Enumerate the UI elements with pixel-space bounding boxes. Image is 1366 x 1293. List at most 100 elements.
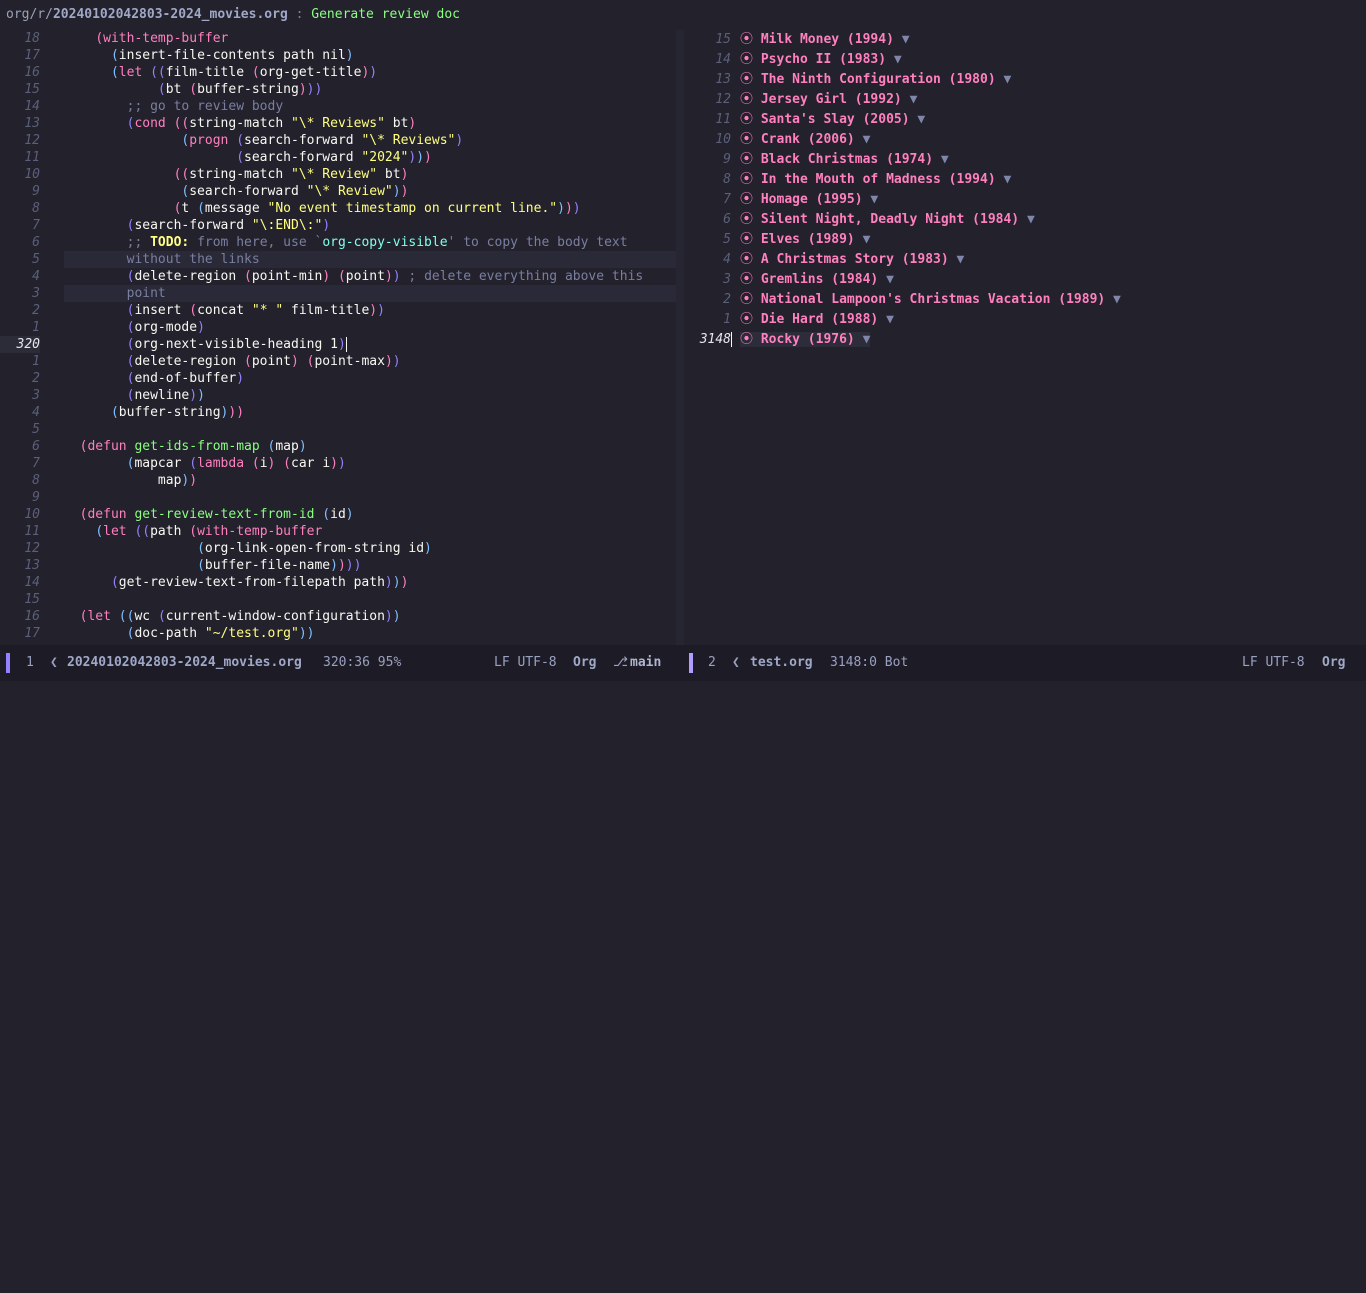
mode-line-major-mode-left[interactable]: Org: [573, 645, 596, 681]
line-number: 8: [32, 473, 40, 488]
heading-bullet-icon[interactable]: ⦿: [740, 52, 753, 67]
code-line[interactable]: 3 (newline)): [0, 387, 676, 404]
code-line[interactable]: 15: [0, 591, 676, 608]
code-line[interactable]: 17 (insert-file-contents path nil): [0, 47, 676, 64]
fold-indicator-icon[interactable]: ▼: [902, 32, 910, 47]
org-heading-line[interactable]: 5 ⦿ Elves (1989) ▼: [684, 230, 1366, 250]
code-line[interactable]: 3 point: [0, 285, 676, 302]
code-line[interactable]: 6 ;; TODO: from here, use `org-copy-visi…: [0, 234, 676, 251]
fold-indicator-icon[interactable]: ▼: [863, 332, 871, 347]
heading-bullet-icon[interactable]: ⦿: [740, 312, 753, 327]
fold-indicator-icon[interactable]: ▼: [1113, 292, 1121, 307]
heading-bullet-icon[interactable]: ⦿: [740, 152, 753, 167]
org-heading-line[interactable]: 8 ⦿ In the Mouth of Madness (1994) ▼: [684, 170, 1366, 190]
heading-bullet-icon[interactable]: ⦿: [740, 132, 753, 147]
code-line[interactable]: 7 (mapcar (lambda (i) (car i)): [0, 455, 676, 472]
fold-indicator-icon[interactable]: ▼: [863, 232, 871, 247]
org-heading-line[interactable]: 14 ⦿ Psycho II (1983) ▼: [684, 50, 1366, 70]
code-line[interactable]: 15 (bt (buffer-string))): [0, 81, 676, 98]
org-heading-line[interactable]: 9 ⦿ Black Christmas (1974) ▼: [684, 150, 1366, 170]
code-line[interactable]: 17 (doc-path "~/test.org")): [0, 625, 676, 642]
heading-bullet-icon[interactable]: ⦿: [740, 72, 753, 87]
code-line[interactable]: 8 (t (message "No event timestamp on cur…: [0, 200, 676, 217]
code-line[interactable]: 10 ((string-match "\* Review" bt): [0, 166, 676, 183]
window-divider[interactable]: [676, 30, 684, 645]
org-heading-line[interactable]: 6 ⦿ Silent Night, Deadly Night (1984) ▼: [684, 210, 1366, 230]
code-line[interactable]: 5: [0, 421, 676, 438]
code-line[interactable]: 7 (search-forward "\:END\:"): [0, 217, 676, 234]
left-editor-pane[interactable]: 18 (with-temp-buffer 17 (insert-file-cont…: [0, 30, 676, 645]
line-number: 5: [723, 232, 731, 247]
org-heading-line[interactable]: 3148 ⦿ Rocky (1976) ▼: [684, 330, 1366, 350]
code-line[interactable]: 11 (search-forward "2024"))): [0, 149, 676, 166]
org-heading-line[interactable]: 4 ⦿ A Christmas Story (1983) ▼: [684, 250, 1366, 270]
code-line[interactable]: 14 ;; go to review body: [0, 98, 676, 115]
heading-bullet-icon[interactable]: ⦿: [740, 32, 753, 47]
fold-indicator-icon[interactable]: ▼: [1027, 212, 1035, 227]
org-heading-line[interactable]: 1 ⦿ Die Hard (1988) ▼: [684, 310, 1366, 330]
mode-line-major-mode-right[interactable]: Org: [1322, 645, 1345, 681]
heading-bullet-icon[interactable]: ⦿: [740, 272, 753, 287]
code-line[interactable]: 320 (org-next-visible-heading 1): [0, 336, 676, 353]
heading-bullet-icon[interactable]: ⦿: [740, 112, 753, 127]
code-line[interactable]: 12 (progn (search-forward "\* Reviews"): [0, 132, 676, 149]
code-line[interactable]: 5 without the links: [0, 251, 676, 268]
code-line[interactable]: 16 (let ((film-title (org-get-title)): [0, 64, 676, 81]
org-heading-line[interactable]: 3 ⦿ Gremlins (1984) ▼: [684, 270, 1366, 290]
mode-line-file-right[interactable]: test.org: [750, 645, 813, 681]
fold-indicator-icon[interactable]: ▼: [894, 52, 902, 67]
echo-area[interactable]: [0, 681, 1366, 696]
fold-indicator-icon[interactable]: ▼: [863, 132, 871, 147]
org-heading-line[interactable]: 10 ⦿ Crank (2006) ▼: [684, 130, 1366, 150]
heading-bullet-icon[interactable]: ⦿: [740, 332, 753, 347]
right-editor-pane[interactable]: 15 ⦿ Milk Money (1994) ▼ 14 ⦿ Psycho II (19…: [684, 30, 1366, 645]
heading-bullet-icon[interactable]: ⦿: [740, 252, 753, 267]
heading-bullet-icon[interactable]: ⦿: [740, 212, 753, 227]
header-file[interactable]: 20240102042803-2024_movies.org: [53, 7, 288, 22]
fold-indicator-icon[interactable]: ▼: [1003, 72, 1011, 87]
heading-bullet-icon[interactable]: ⦿: [740, 292, 753, 307]
code-line[interactable]: 14 (get-review-text-from-filepath path))…: [0, 574, 676, 591]
mode-line-encoding-left[interactable]: LF UTF-8: [494, 645, 557, 681]
org-heading-line[interactable]: 12 ⦿ Jersey Girl (1992) ▼: [684, 90, 1366, 110]
header-line: org/r/20240102042803-2024_movies.org : G…: [0, 0, 1366, 30]
code-line[interactable]: 9 (search-forward "\* Review")): [0, 183, 676, 200]
org-heading-line[interactable]: 15 ⦿ Milk Money (1994) ▼: [684, 30, 1366, 50]
code-line[interactable]: 8 map)): [0, 472, 676, 489]
fold-indicator-icon[interactable]: ▼: [941, 152, 949, 167]
code-line[interactable]: 10 (defun get-review-text-from-id (id): [0, 506, 676, 523]
code-line[interactable]: 18 (with-temp-buffer: [0, 30, 676, 47]
fold-indicator-icon[interactable]: ▼: [1003, 172, 1011, 187]
code-line[interactable]: 9: [0, 489, 676, 506]
line-number: 12: [24, 133, 40, 148]
fold-indicator-icon[interactable]: ▼: [917, 112, 925, 127]
heading-bullet-icon[interactable]: ⦿: [740, 192, 753, 207]
code-line[interactable]: 13 (cond ((string-match "\* Reviews" bt): [0, 115, 676, 132]
mode-line-branch[interactable]: main: [630, 645, 661, 681]
code-line[interactable]: 4 (buffer-string))): [0, 404, 676, 421]
code-line[interactable]: 11 (let ((path (with-temp-buffer: [0, 523, 676, 540]
org-heading-line[interactable]: 13 ⦿ The Ninth Configuration (1980) ▼: [684, 70, 1366, 90]
org-heading-line[interactable]: 7 ⦿ Homage (1995) ▼: [684, 190, 1366, 210]
code-line[interactable]: 12 (org-link-open-from-string id): [0, 540, 676, 557]
fold-indicator-icon[interactable]: ▼: [886, 312, 894, 327]
mode-line-encoding-right[interactable]: LF UTF-8: [1242, 645, 1305, 681]
fold-indicator-icon[interactable]: ▼: [870, 192, 878, 207]
heading-bullet-icon[interactable]: ⦿: [740, 232, 753, 247]
fold-indicator-icon[interactable]: ▼: [957, 252, 965, 267]
heading-bullet-icon[interactable]: ⦿: [740, 172, 753, 187]
code-line[interactable]: 4 (delete-region (point-min) (point)) ; …: [0, 268, 676, 285]
code-line[interactable]: 1 (delete-region (point) (point-max)): [0, 353, 676, 370]
code-line[interactable]: 2 (end-of-buffer): [0, 370, 676, 387]
code-line[interactable]: 2 (insert (concat "* " film-title)): [0, 302, 676, 319]
fold-indicator-icon[interactable]: ▼: [910, 92, 918, 107]
heading-bullet-icon[interactable]: ⦿: [740, 92, 753, 107]
fold-indicator-icon[interactable]: ▼: [886, 272, 894, 287]
code-line[interactable]: 1 (org-mode): [0, 319, 676, 336]
mode-line-file-left[interactable]: 20240102042803-2024_movies.org: [67, 645, 302, 681]
org-heading-line[interactable]: 11 ⦿ Santa's Slay (2005) ▼: [684, 110, 1366, 130]
code-line[interactable]: 6 (defun get-ids-from-map (map): [0, 438, 676, 455]
org-heading-line[interactable]: 2 ⦿ National Lampoon's Christmas Vacation…: [684, 290, 1366, 310]
code-line[interactable]: 16 (let ((wc (current-window-configurati…: [0, 608, 676, 625]
code-line[interactable]: 13 (buffer-file-name)))): [0, 557, 676, 574]
